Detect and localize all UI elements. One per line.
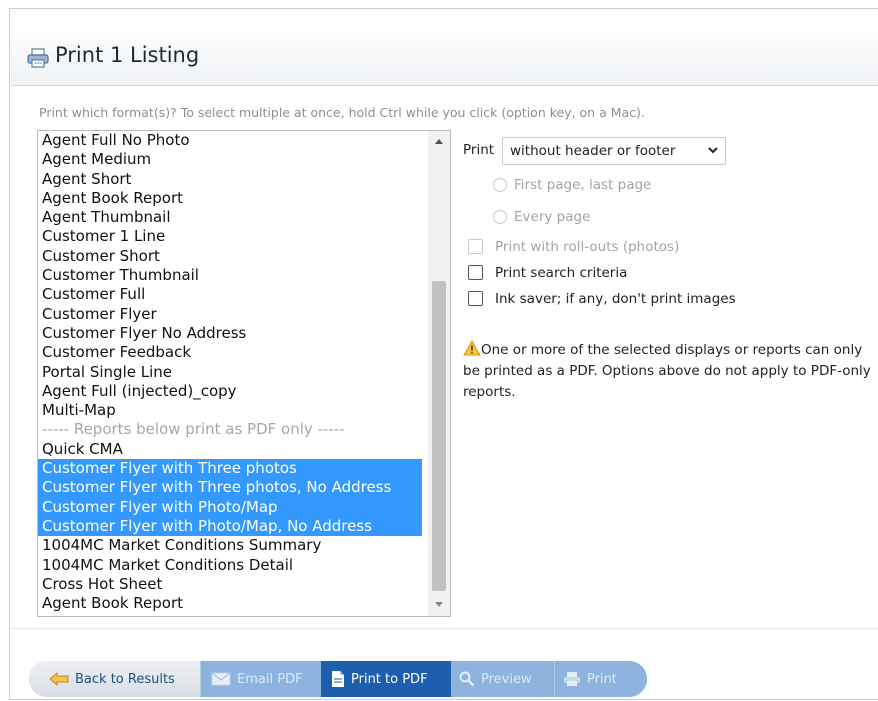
rollouts-label: Print with roll-outs (photos) (495, 239, 680, 255)
format-option[interactable]: Customer Flyer with Three photos, No Add… (38, 478, 422, 498)
email-pdf-button[interactable]: Email PDF (200, 661, 321, 697)
scroll-up-arrow-icon[interactable] (428, 131, 450, 153)
format-option[interactable]: Agent Full No Photo (38, 131, 422, 150)
format-option[interactable]: 1004MC Market Conditions Summary (38, 536, 422, 555)
radio-button[interactable] (493, 178, 507, 192)
format-option[interactable]: Agent Full (injected)_copy (38, 382, 422, 401)
format-option[interactable]: Agent Book Report (38, 189, 422, 208)
preview-label: Preview (481, 671, 532, 687)
back-to-results-label: Back to Results (75, 671, 175, 687)
format-option[interactable]: Quick CMA (38, 440, 422, 459)
format-option[interactable]: Agent Medium (38, 150, 422, 169)
format-options: Agent Full No Photo Agent Medium Agent Sho… (38, 131, 422, 613)
printer-icon (27, 48, 49, 68)
action-button-bar: Back to Results Email PDF Print to PDF P… (29, 661, 647, 697)
format-option[interactable]: Customer Flyer (38, 305, 422, 324)
scroll-thumb[interactable] (432, 281, 446, 591)
printer-icon (564, 672, 580, 686)
format-option[interactable]: Customer Flyer with Photo/Map, No Addres… (38, 516, 422, 537)
footer-divider (11, 628, 878, 629)
magnifier-icon (459, 671, 475, 687)
print-label-button: Print (587, 671, 617, 687)
radio-every-label: Every page (514, 209, 591, 225)
format-option[interactable]: Cross Hot Sheet (38, 575, 422, 594)
radio-first-last-label: First page, last page (514, 177, 652, 193)
print-dialog: Print 1 Listing Print which format(s)? T… (9, 8, 878, 700)
format-option[interactable]: Agent Short (38, 170, 422, 189)
dialog-title: Print 1 Listing (55, 43, 200, 67)
format-option[interactable]: Portal Single Line (38, 363, 422, 382)
format-option[interactable]: Customer Feedback (38, 343, 422, 362)
format-option[interactable]: Customer Flyer with Photo/Map (38, 497, 422, 517)
pdf-only-warning: One or more of the selected displays or … (463, 340, 878, 403)
back-arrow-icon (49, 672, 69, 686)
email-icon (211, 672, 231, 686)
format-option[interactable]: Customer Flyer with Three photos (38, 459, 422, 479)
rollouts-checkbox[interactable] (468, 239, 483, 254)
format-listbox[interactable]: Agent Full No Photo Agent Medium Agent Sho… (37, 130, 451, 617)
print-label: Print (463, 142, 495, 158)
format-instructions: Print which format(s)? To select multipl… (39, 105, 645, 120)
print-to-pdf-label: Print to PDF (351, 671, 428, 687)
search-criteria-checkbox[interactable] (468, 265, 483, 280)
radio-button[interactable] (493, 210, 507, 224)
pdf-document-icon (332, 671, 344, 687)
format-option[interactable]: Customer Full (38, 285, 422, 304)
chevron-down-icon (708, 147, 718, 154)
scroll-down-arrow-icon[interactable] (428, 594, 450, 616)
ink-saver-label: Ink saver; if any, don't print images (495, 291, 736, 307)
back-to-results-button[interactable]: Back to Results (29, 661, 200, 697)
format-option[interactable]: Multi-Map (38, 401, 422, 420)
warning-icon (463, 340, 481, 356)
search-criteria-label: Print search criteria (495, 265, 628, 281)
format-option[interactable]: Customer Flyer No Address (38, 324, 422, 343)
format-option[interactable]: 1004MC Market Conditions Detail (38, 556, 422, 575)
warning-text: One or more of the selected displays or … (463, 342, 871, 400)
dialog-header: Print 1 Listing (11, 25, 878, 86)
preview-button[interactable]: Preview (451, 661, 555, 697)
format-option[interactable]: Agent Book Report (38, 594, 422, 613)
listbox-scrollbar[interactable] (428, 131, 450, 616)
print-to-pdf-button[interactable]: Print to PDF (321, 661, 451, 697)
ink-saver-checkbox[interactable] (468, 291, 483, 306)
format-option[interactable]: Customer Short (38, 247, 422, 266)
format-option[interactable]: Customer Thumbnail (38, 266, 422, 285)
print-button[interactable]: Print (555, 661, 647, 697)
header-footer-select-value: without header or footer (510, 143, 676, 159)
format-option[interactable]: Customer 1 Line (38, 227, 422, 246)
email-pdf-label: Email PDF (237, 671, 303, 687)
header-footer-select[interactable]: without header or footer (502, 137, 726, 165)
list-separator: ----- Reports below print as PDF only --… (42, 420, 345, 439)
format-option[interactable]: Agent Thumbnail (38, 208, 422, 227)
